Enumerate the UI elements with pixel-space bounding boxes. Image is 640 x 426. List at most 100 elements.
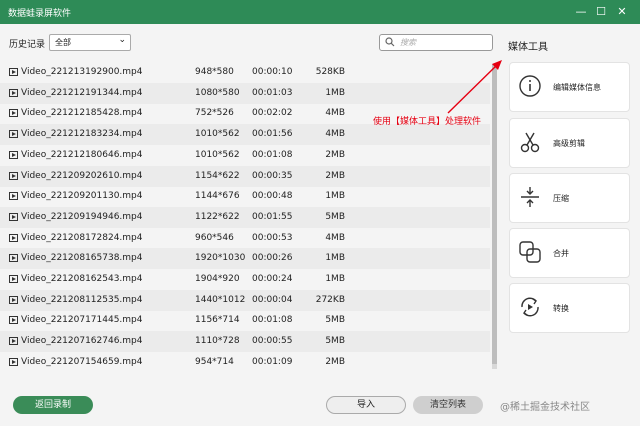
merge-icon <box>519 241 541 263</box>
history-label: 历史记录 <box>9 40 46 50</box>
file-size: 5MB <box>325 211 345 222</box>
file-duration: 00:00:24 <box>252 274 293 284</box>
file-resolution: 1144*676 <box>195 191 240 202</box>
table-row[interactable]: Video_221208165738.mp4 1920*1030 00:00:26 1… <box>0 248 490 270</box>
table-row[interactable]: Video_221212183234.mp4 1010*562 00:01:56 4M… <box>0 124 490 146</box>
file-name: Video_221209202610.mp4 <box>21 170 143 181</box>
import-button[interactable]: 导入 <box>326 396 406 414</box>
back-to-record-button[interactable]: 返回录制 <box>13 396 93 414</box>
file-name: Video_221212185428.mp4 <box>21 108 143 119</box>
file-resolution: 1110*728 <box>195 336 240 347</box>
file-duration: 00:00:48 <box>252 191 293 202</box>
file-name: Video_221208112535.mp4 <box>21 294 143 305</box>
tool-merge[interactable]: 合并 <box>509 228 630 278</box>
close-icon[interactable]: ✕ <box>613 3 631 21</box>
main-panel: 历史记录 全部 ⌄ 搜索 媒体工具 Video_221213192900.mp4… <box>0 24 640 426</box>
maximize-icon[interactable]: ☐ <box>592 3 610 21</box>
file-resolution: 948*580 <box>195 67 234 77</box>
file-name: Video_221212180646.mp4 <box>21 149 143 160</box>
annotation-text: 使用【媒体工具】处理软件 <box>373 117 482 127</box>
video-file-icon <box>9 130 18 139</box>
file-size: 2MB <box>325 149 345 160</box>
minimize-icon[interactable]: — <box>572 3 590 21</box>
file-duration: 00:00:10 <box>252 67 293 77</box>
file-resolution: 1156*714 <box>195 315 240 326</box>
video-file-icon <box>9 295 18 304</box>
file-duration: 00:01:09 <box>252 356 293 367</box>
file-size: 1MB <box>325 87 345 98</box>
file-resolution: 960*546 <box>195 232 234 243</box>
window-title: 数据蛙录屏软件 <box>8 9 72 19</box>
file-resolution: 1122*622 <box>195 211 240 222</box>
annotation-arrow <box>447 60 502 114</box>
file-list: Video_221213192900.mp4 948*580 00:00:10 528… <box>0 62 490 372</box>
video-file-icon <box>9 171 18 180</box>
tool-edit-media-info[interactable]: 编辑媒体信息 <box>509 62 630 112</box>
file-duration: 00:00:35 <box>252 170 293 181</box>
file-duration: 00:01:56 <box>252 129 293 140</box>
file-name: Video_221207162746.mp4 <box>21 336 143 347</box>
video-file-icon <box>9 88 18 97</box>
file-duration: 00:00:26 <box>252 253 293 264</box>
table-row[interactable]: Video_221208162543.mp4 1904*920 00:00:24 1M… <box>0 269 490 290</box>
file-size: 1MB <box>325 253 345 264</box>
table-row[interactable]: Video_221209201130.mp4 1144*676 00:00:48 1M… <box>0 186 490 207</box>
file-size: 5MB <box>325 336 345 347</box>
watermark: @稀土掘金技术社区 <box>500 402 590 413</box>
table-row[interactable]: Video_221207171445.mp4 1156*714 00:01:08 5M… <box>0 310 490 331</box>
table-row[interactable]: Video_221213192900.mp4 948*580 00:00:10 528… <box>0 62 490 83</box>
table-row[interactable]: Video_221212180646.mp4 1010*562 00:01:08 2M… <box>0 145 490 166</box>
file-resolution: 954*714 <box>195 356 234 367</box>
search-placeholder: 搜索 <box>400 38 416 47</box>
file-size: 4MB <box>325 108 345 119</box>
tool-label: 高级剪辑 <box>553 139 585 148</box>
file-resolution: 1010*562 <box>195 129 240 140</box>
file-size: 5MB <box>325 315 345 326</box>
file-name: Video_221208162543.mp4 <box>21 274 143 284</box>
video-file-icon <box>9 275 18 283</box>
table-row[interactable]: Video_221212191344.mp4 1080*580 00:01:03 1M… <box>0 82 490 104</box>
file-size: 1MB <box>325 191 345 202</box>
search-icon <box>385 37 395 47</box>
history-filter-select[interactable]: 全部 ⌄ <box>49 34 131 51</box>
tool-advanced-edit[interactable]: 高级剪辑 <box>509 118 630 168</box>
video-file-icon <box>9 233 18 242</box>
tool-convert[interactable]: 转换 <box>509 283 630 333</box>
clear-list-button[interactable]: 清空列表 <box>413 396 483 414</box>
search-input[interactable]: 搜索 <box>379 34 493 51</box>
file-duration: 00:00:04 <box>252 294 293 305</box>
compress-icon <box>521 187 539 207</box>
file-resolution: 752*526 <box>195 108 234 119</box>
convert-icon <box>521 297 539 317</box>
tool-label: 编辑媒体信息 <box>553 83 601 92</box>
video-file-icon <box>9 150 18 159</box>
file-name: Video_221212183234.mp4 <box>21 129 143 140</box>
file-size: 4MB <box>325 232 345 243</box>
video-file-icon <box>9 254 18 263</box>
table-row[interactable]: Video_221207154659.mp4 954*714 00:01:09 2MB <box>0 352 490 373</box>
video-file-icon <box>9 316 18 325</box>
title-bar: 数据蛙录屏软件 — ☐ ✕ <box>0 0 640 24</box>
file-duration: 00:01:08 <box>252 149 293 160</box>
video-file-icon <box>9 357 18 366</box>
table-row[interactable]: Video_221209194946.mp4 1122*622 00:01:55 5M… <box>0 206 490 228</box>
video-file-icon <box>9 337 18 346</box>
table-row[interactable]: Video_221207162746.mp4 1110*728 00:00:55 5M… <box>0 331 490 353</box>
file-resolution: 1154*622 <box>195 170 240 181</box>
file-name: Video_221209201130.mp4 <box>21 191 143 202</box>
video-file-icon <box>9 109 18 118</box>
file-duration: 00:01:03 <box>252 87 293 98</box>
table-row[interactable]: Video_221209202610.mp4 1154*622 00:00:35 2M… <box>0 165 490 187</box>
file-name: Video_221207171445.mp4 <box>21 315 143 326</box>
chevron-down-icon: ⌄ <box>118 35 126 45</box>
tool-compress[interactable]: 压缩 <box>509 173 630 223</box>
file-resolution: 1440*1012 <box>195 294 246 305</box>
history-filter-value: 全部 <box>55 38 71 47</box>
file-name: Video_221208172824.mp4 <box>21 232 143 243</box>
file-resolution: 1010*562 <box>195 149 240 160</box>
file-size: 1MB <box>325 274 345 284</box>
table-row[interactable]: Video_221208112535.mp4 1440*1012 00:00:04 2… <box>0 289 490 311</box>
file-resolution: 1904*920 <box>195 274 240 284</box>
file-size: 4MB <box>325 129 345 140</box>
table-row[interactable]: Video_221208172824.mp4 960*546 00:00:53 4MB <box>0 228 490 249</box>
